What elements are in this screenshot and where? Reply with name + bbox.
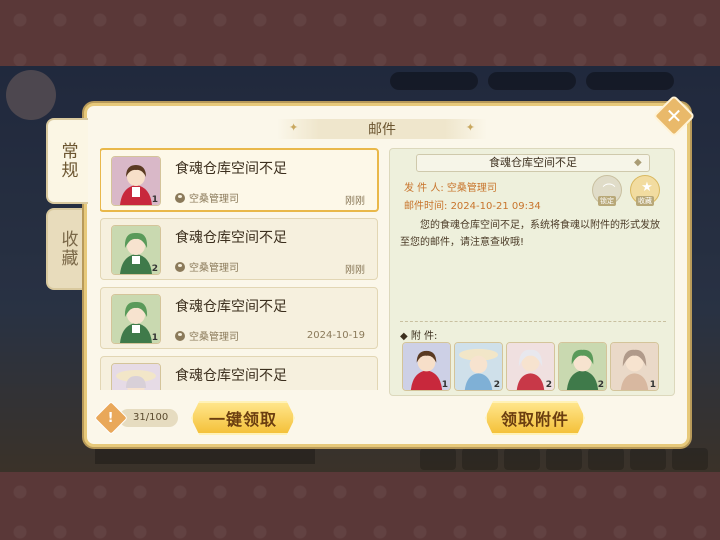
mail-portrait-thumbnail: 1: [111, 156, 161, 206]
attachment-item[interactable]: 1: [402, 342, 451, 391]
mail-subject: 食魂仓库空间不足: [175, 368, 287, 384]
mail-date: 刚刚: [345, 265, 365, 276]
attachment-item[interactable]: 2: [506, 342, 555, 391]
panel-title-bar: ✦ 邮件 ✦: [277, 119, 487, 139]
background-bottom-band: [0, 472, 720, 540]
ornament-icon: ✦: [465, 121, 475, 134]
tab-regular[interactable]: 常规: [46, 118, 88, 204]
divider: [400, 321, 666, 322]
item-quantity: 2: [493, 380, 500, 390]
time-value: 2024-10-21 09:34: [450, 201, 541, 212]
sender-value: 空桑管理司: [446, 183, 497, 194]
mail-sender: 空桑管理司: [189, 263, 239, 274]
mail-item-selected[interactable]: 1 食魂仓库空间不足 空桑管理司 刚刚: [100, 148, 379, 212]
detail-title: 食魂仓库空间不足: [416, 154, 650, 172]
mail-list[interactable]: 1 食魂仓库空间不足 空桑管理司 刚刚 2 食魂仓库空间不足 空桑管理司 刚刚 …: [100, 148, 382, 390]
mail-sender: 空桑管理司: [189, 332, 239, 343]
sender-icon: [175, 261, 185, 272]
ornament-icon: ◆: [634, 157, 642, 168]
item-quantity: 1: [151, 333, 158, 343]
claim-attachments-button[interactable]: 领取附件: [485, 401, 585, 435]
mail-portrait-thumbnail: 2: [111, 225, 161, 275]
time-label: 邮件时间:: [404, 201, 448, 212]
item-quantity: 1: [649, 380, 656, 390]
sender-label: 发 件 人:: [404, 183, 444, 194]
attachment-item[interactable]: 2: [558, 342, 607, 391]
bottom-menu: [420, 448, 708, 470]
mail-subject: 食魂仓库空间不足: [175, 161, 287, 177]
mail-subject: 食魂仓库空间不足: [175, 230, 287, 246]
sender-icon: [175, 330, 185, 341]
attachments-row: 1 2 2 2 1: [402, 342, 659, 391]
player-avatar: [6, 70, 56, 120]
attachment-item[interactable]: 2: [454, 342, 503, 391]
mail-count-value: 31/100: [119, 409, 179, 427]
panel-title: 邮件: [368, 122, 396, 138]
item-quantity: 2: [545, 380, 552, 390]
mail-sender: 空桑管理司: [189, 194, 239, 205]
sender-icon: [175, 192, 185, 203]
attachments-label: ◆ 附 件:: [400, 331, 438, 342]
mail-item[interactable]: 食魂仓库空间不足: [100, 356, 378, 390]
claim-all-button[interactable]: 一键领取: [191, 401, 295, 435]
mail-item[interactable]: 1 食魂仓库空间不足 空桑管理司 2024-10-19: [100, 287, 378, 349]
mail-date: 刚刚: [345, 196, 365, 207]
lock-icon: ⌒: [602, 184, 616, 199]
item-quantity: 1: [441, 380, 448, 390]
item-quantity: 2: [151, 264, 158, 274]
ornament-icon: ✦: [289, 121, 299, 134]
favorite-button[interactable]: ★ 收藏: [630, 175, 660, 206]
item-quantity: 2: [597, 380, 604, 390]
mail-body: 您的食魂仓库空间不足，系统将食魂以附件的形式发放至您的邮件，请注意查收哦!: [400, 220, 660, 248]
mail-panel: ✦ 邮件 ✦ 1 食魂仓库空间不足 空桑管理司 刚刚 2 食魂仓库空间不足 空桑…: [84, 103, 690, 447]
close-icon: ✕: [665, 104, 683, 128]
mail-portrait-thumbnail: [111, 363, 161, 390]
chat-bar: [95, 446, 315, 464]
mail-subject: 食魂仓库空间不足: [175, 299, 287, 315]
mail-portrait-thumbnail: 1: [111, 294, 161, 344]
star-icon: ★: [641, 180, 653, 195]
background-top-band: [0, 0, 720, 66]
lock-button[interactable]: ⌒ 锁定: [592, 175, 622, 206]
item-quantity: 1: [151, 195, 158, 205]
mail-item[interactable]: 2 食魂仓库空间不足 空桑管理司 刚刚: [100, 218, 378, 280]
favorite-label: 收藏: [636, 196, 654, 206]
tab-favorites[interactable]: 收藏: [46, 208, 88, 290]
attachment-item[interactable]: 1: [610, 342, 659, 391]
mail-count: ! 31/100: [94, 401, 179, 435]
close-button[interactable]: ✕: [652, 94, 696, 138]
resource-hud: [390, 72, 674, 90]
warning-icon: !: [94, 401, 128, 435]
mail-date: 2024-10-19: [306, 330, 365, 341]
mail-detail: ◆ 食魂仓库空间不足 ◆ 发 件 人: 空桑管理司 邮件时间: 2024-10-…: [389, 148, 675, 396]
